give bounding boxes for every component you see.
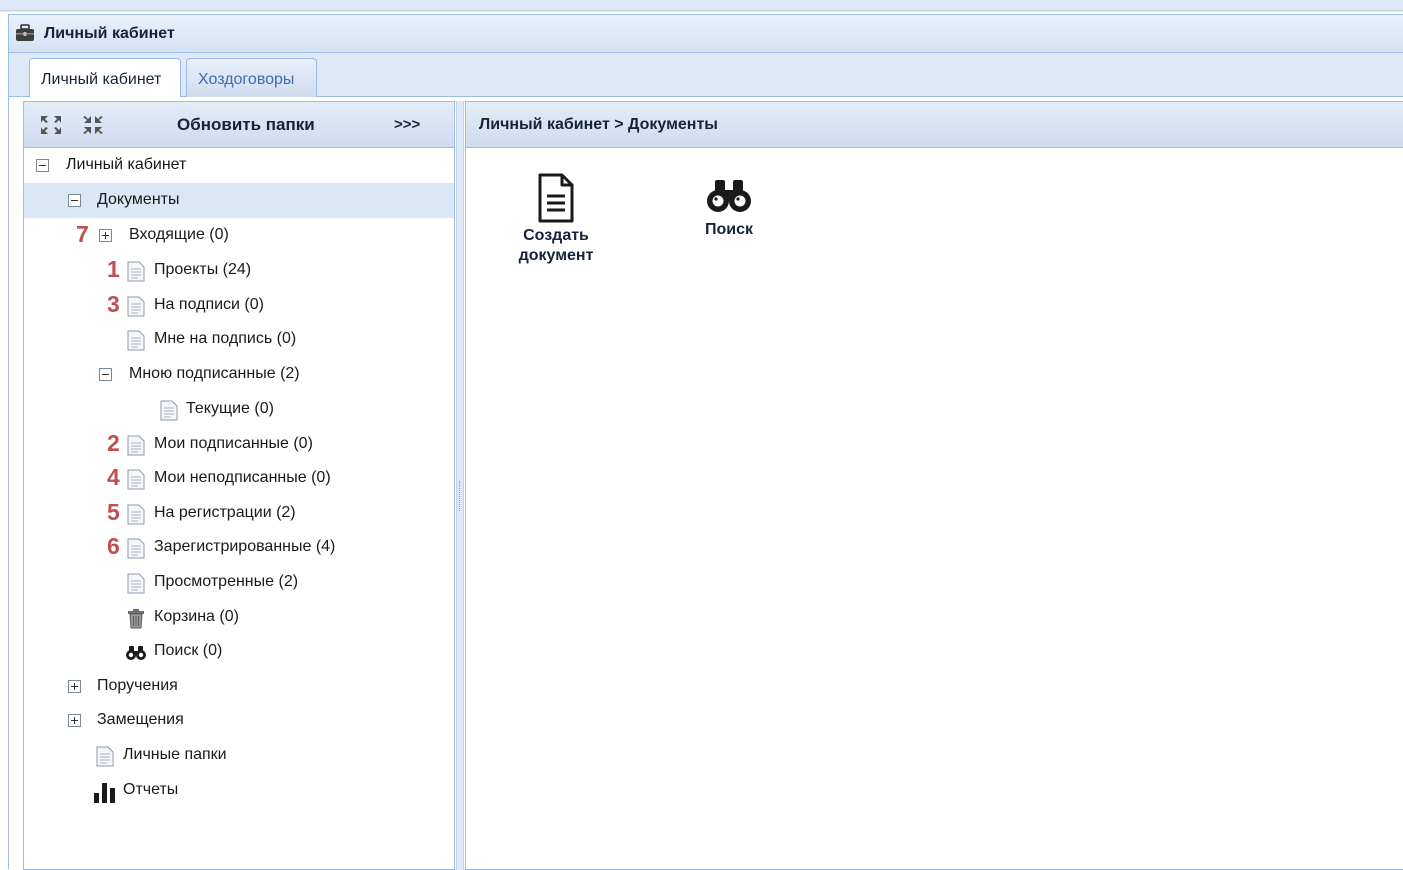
tree-item-personal-cabinet[interactable]: Личный кабинет <box>24 148 454 183</box>
tree-item-to-me-for-signing[interactable]: Мне на подпись (0) <box>24 322 454 357</box>
tree-item-label: Проекты (24) <box>154 261 252 278</box>
annotation-number: 6 <box>107 533 120 559</box>
window-title: Личный кабинет <box>44 25 175 42</box>
tree-item-label: Входящие (0) <box>129 226 229 243</box>
tree-item-my-unsigned[interactable]: 4 Мои неподписанные (0) <box>24 461 454 496</box>
tree-item-viewed[interactable]: Просмотренные (2) <box>24 565 454 600</box>
tree-item-on-registration[interactable]: 5 На регистрации (2) <box>24 496 454 531</box>
tree-item-label: Мне на подпись (0) <box>154 330 297 347</box>
search-button[interactable]: Поиск <box>684 178 774 240</box>
document-icon <box>127 573 145 594</box>
document-icon <box>127 435 145 456</box>
tree-item-label: Замещения <box>97 711 184 728</box>
tree-item-label: Мои неподписанные (0) <box>154 469 331 486</box>
search-label: Поиск <box>704 221 753 238</box>
tree-item-personal-folders[interactable]: Личные папки <box>24 738 454 773</box>
expand-toggle-icon[interactable] <box>68 714 81 727</box>
folder-tree-panel: Обновить папки >>> Личный кабинет Докуме… <box>23 101 455 870</box>
tree-item-label: Мои подписанные (0) <box>154 435 313 452</box>
document-icon <box>127 296 145 317</box>
tree-item-label: На регистрации (2) <box>154 504 296 521</box>
collapse-toggle-icon[interactable] <box>36 159 49 172</box>
document-icon <box>160 400 178 421</box>
breadcrumb-header: Личный кабинет > Документы <box>466 102 1403 148</box>
tree-item-assignments[interactable]: Поручения <box>24 669 454 704</box>
tree-item-search[interactable]: Поиск (0) <box>24 634 454 669</box>
binoculars-icon <box>126 646 146 660</box>
tree-item-current[interactable]: Текущие (0) <box>24 392 454 427</box>
tree-item-reports[interactable]: Отчеты <box>24 773 454 808</box>
tree-item-label: Личный кабинет <box>66 156 187 173</box>
briefcase-icon <box>16 24 34 41</box>
tree-item-label: На подписи (0) <box>154 296 264 313</box>
window-header: Личный кабинет <box>9 15 1403 53</box>
personal-cabinet-window: Личный кабинет Личный кабинет Хоздоговор… <box>8 14 1403 870</box>
tree-item-label: Поручения <box>97 677 178 694</box>
tree-item-label: Корзина (0) <box>154 608 239 625</box>
create-document-label-1: Создать <box>523 227 589 244</box>
expand-panel-button[interactable]: >>> <box>394 116 420 133</box>
tree-item-label: Просмотренные (2) <box>154 573 299 590</box>
tree-item-label: Текущие (0) <box>186 400 274 417</box>
tree-item-label: Документы <box>97 191 180 208</box>
binoculars-icon <box>707 180 751 212</box>
tree-toolbar: Обновить папки >>> <box>24 102 454 148</box>
tree-item-signed-by-me[interactable]: Мною подписанные (2) <box>24 357 454 392</box>
tree-item-my-signed[interactable]: 2 Мои подписанные (0) <box>24 427 454 462</box>
tree-item-label: Зарегистрированные (4) <box>154 538 336 555</box>
tree-item-registered[interactable]: 6 Зарегистрированные (4) <box>24 530 454 565</box>
tab-contracts[interactable]: Хоздоговоры <box>186 58 317 98</box>
documents-panel: Личный кабинет > Документы Создать докум… <box>465 101 1403 870</box>
document-icon <box>96 746 114 767</box>
expand-all-icon[interactable] <box>40 115 62 135</box>
annotation-number: 7 <box>76 221 89 247</box>
bar-chart-icon <box>94 783 115 803</box>
annotation-number: 5 <box>107 499 120 525</box>
refresh-folders-button[interactable]: Обновить папки <box>177 115 315 135</box>
tree-item-label: Мною подписанные (2) <box>129 365 300 382</box>
create-document-label-2: документ <box>518 247 594 264</box>
collapse-all-icon[interactable] <box>82 115 104 135</box>
tab-personal-cabinet[interactable]: Личный кабинет <box>29 58 181 99</box>
document-icon <box>127 330 145 351</box>
expand-toggle-icon[interactable] <box>99 229 112 242</box>
tree-item-label: Поиск (0) <box>154 642 223 659</box>
create-document-button[interactable]: Создать документ <box>506 172 606 266</box>
tree-item-label: Личные папки <box>123 746 227 763</box>
panel-splitter[interactable] <box>456 101 464 870</box>
annotation-number: 4 <box>107 464 120 490</box>
tree-item-substitutions[interactable]: Замещения <box>24 703 454 738</box>
document-icon <box>127 504 145 525</box>
tab-bar: Личный кабинет Хоздоговоры <box>9 53 1403 99</box>
annotation-number: 2 <box>107 430 120 456</box>
tab-content: Обновить папки >>> Личный кабинет Докуме… <box>9 97 1403 870</box>
annotation-number: 1 <box>107 256 120 282</box>
tree-item-trash[interactable]: Корзина (0) <box>24 600 454 635</box>
breadcrumb: Личный кабинет > Документы <box>479 116 718 133</box>
tree-item-label: Отчеты <box>123 781 179 798</box>
document-icon <box>127 469 145 490</box>
tree-item-incoming[interactable]: 7 Входящие (0) <box>24 218 454 253</box>
expand-toggle-icon[interactable] <box>68 680 81 693</box>
collapse-toggle-icon[interactable] <box>68 194 81 207</box>
tree-item-documents[interactable]: Документы <box>24 183 454 218</box>
document-icon <box>127 261 145 282</box>
tree-item-projects[interactable]: 1 Проекты (24) <box>24 253 454 288</box>
annotation-number: 3 <box>107 291 120 317</box>
trash-icon <box>128 609 144 629</box>
top-strip <box>0 0 1403 12</box>
collapse-toggle-icon[interactable] <box>99 368 112 381</box>
document-icon <box>127 538 145 559</box>
tree-item-on-signing[interactable]: 3 На подписи (0) <box>24 288 454 323</box>
new-document-icon <box>538 173 574 223</box>
